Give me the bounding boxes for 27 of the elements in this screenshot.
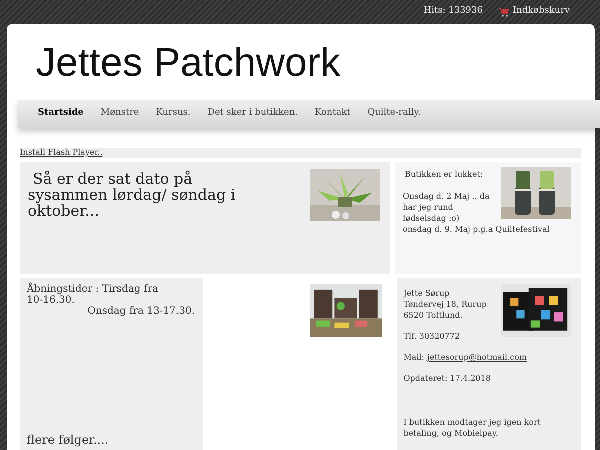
more-text: flere følger.... — [27, 435, 110, 446]
address-line: 6520 Toftlund. — [404, 310, 464, 321]
news-headline: sysammen lørdag/ søndag i oktober... — [28, 187, 237, 219]
phone-text: Tlf. 30320772 — [404, 331, 462, 342]
payment-text: I butikken modtager jeg igen kort betaling, og Mobielpay. — [404, 417, 542, 439]
hits-counter: Hits: 133936 — [424, 5, 483, 18]
notice-text: Onsdag d. 2 Maj .. da har jeg rund fødselsdag :o) — [403, 191, 491, 224]
notice-text: onsdag d. 9. Maj p.g.a Quiltefestival — [403, 224, 551, 235]
nav-link[interactable]: Startside — [38, 107, 84, 121]
nav-link[interactable]: Quilte-rally. — [368, 107, 421, 121]
flash-link[interactable]: Install Flash Player.. — [20, 149, 103, 157]
cart-icon — [498, 8, 509, 16]
address-line: Jette Sørup — [404, 288, 451, 299]
nav-link[interactable]: Mønstre — [100, 107, 140, 121]
mail-label: Mail: — [404, 352, 424, 363]
cart-link[interactable]: Indkøbskurv — [498, 5, 570, 19]
updated-text: Opdateret: 17.4.2018 — [404, 373, 492, 384]
notice-heading: Butikken er lukket: — [404, 169, 484, 180]
nav-link[interactable]: Kontakt — [315, 107, 351, 121]
site-title: Jettes Patchwork — [36, 41, 341, 83]
nav-link[interactable]: Det sker i butikken. — [208, 107, 298, 121]
address-line: Tøndervej 18, Rurup — [404, 299, 488, 310]
hours-text: Åbningstider : Tirsdag fra 10-16.30. — [27, 284, 160, 306]
email-link[interactable]: jettesorup@hotmail.com — [427, 352, 527, 363]
hours-text: Onsdag fra 13-17.30. — [86, 306, 195, 317]
nav-link[interactable]: Kursus. — [156, 107, 191, 121]
news-headline: Så er der sat dato på — [32, 171, 194, 187]
